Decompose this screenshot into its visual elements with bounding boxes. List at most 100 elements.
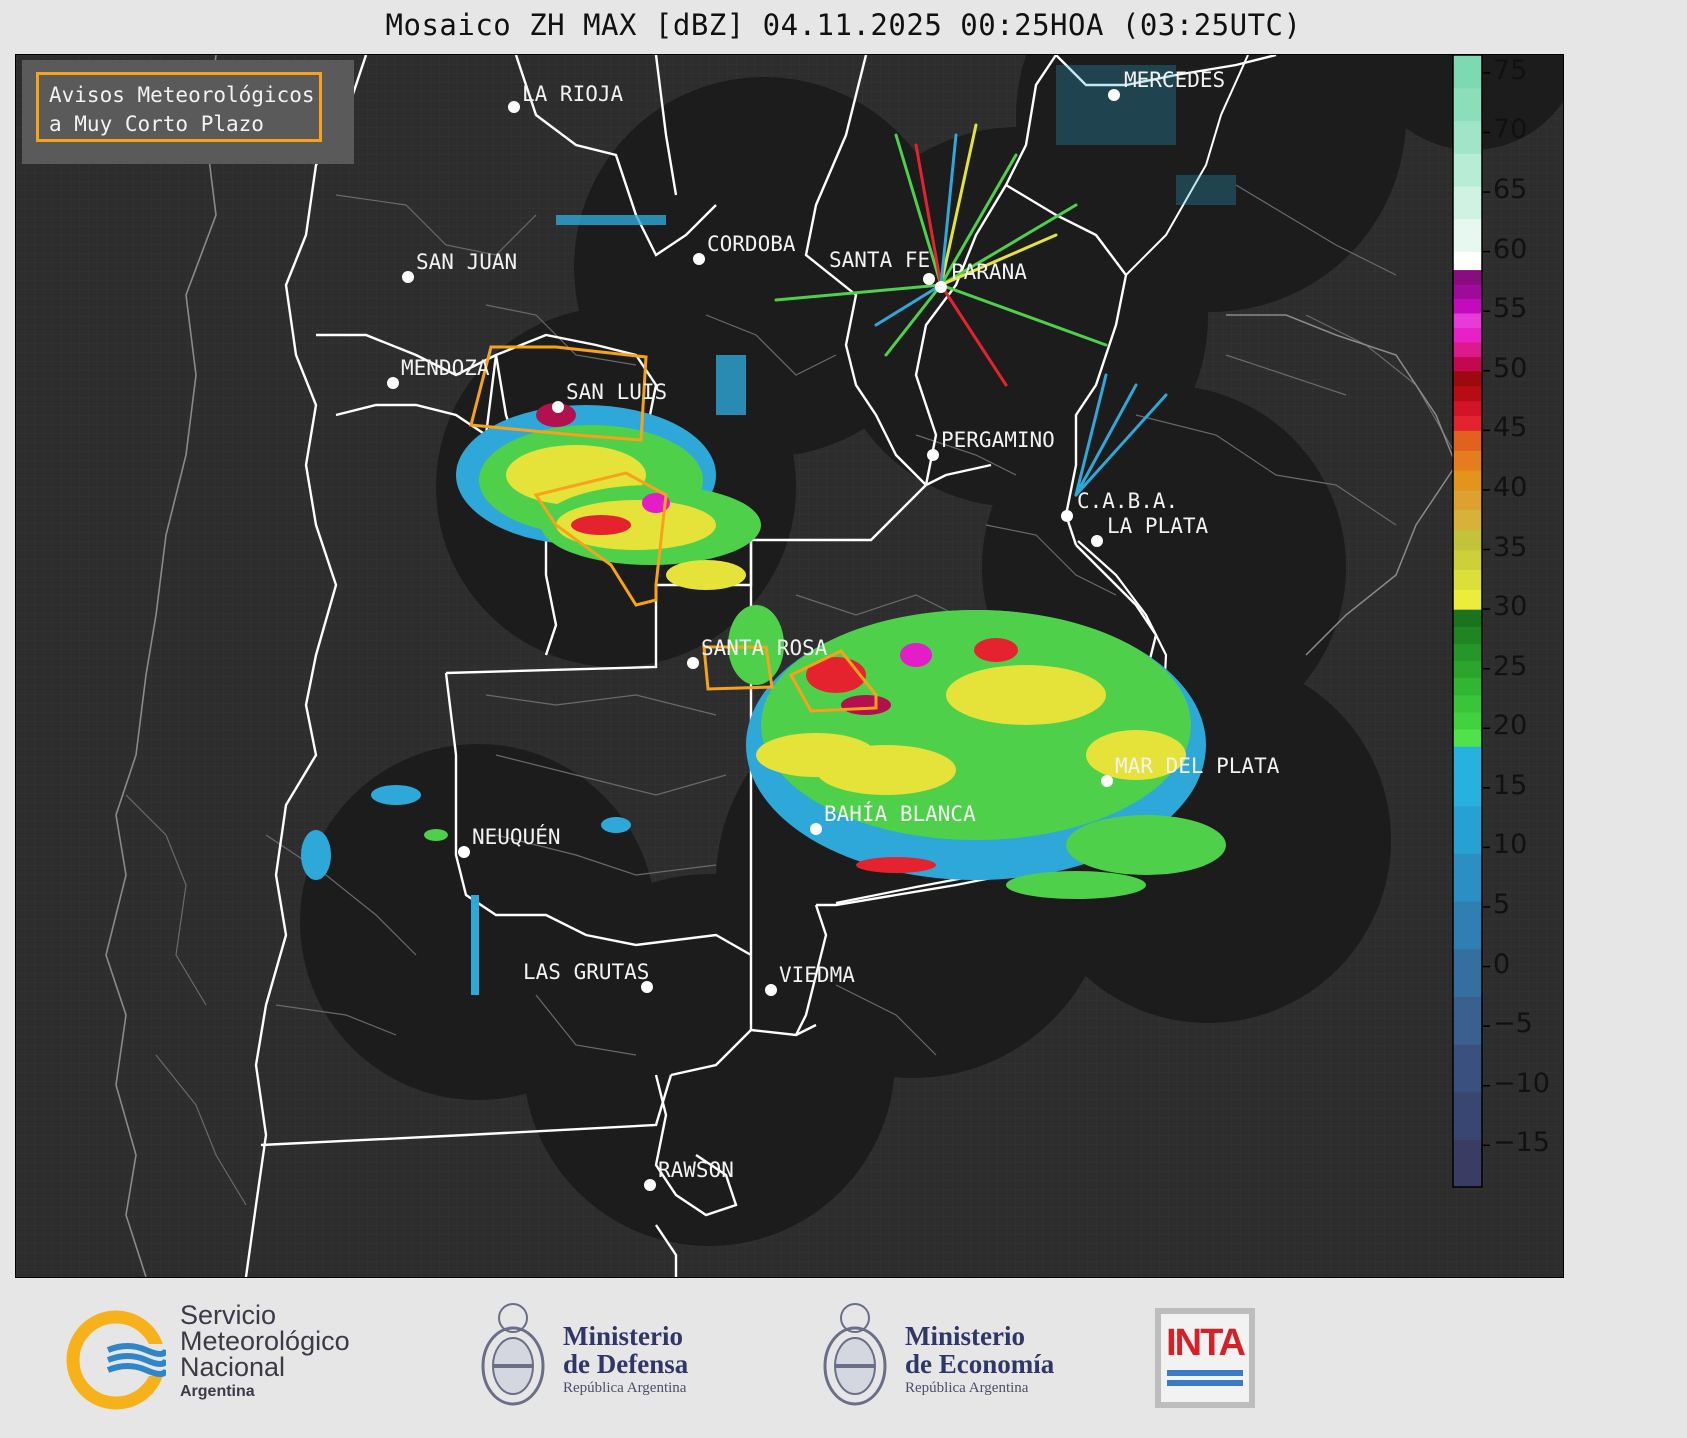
defensa-line2: de Defensa [563,1349,689,1379]
city-marker [387,377,399,389]
colorbar-band [1453,283,1482,300]
city-marker [923,273,935,285]
city-label: SANTA FE [829,248,930,272]
colorbar-tick-label: 25 [1493,650,1528,682]
economia-line2: de Economía [905,1349,1055,1379]
colorbar-band [1453,901,1482,950]
coat-of-arms-icon [823,1303,887,1406]
city-marker [508,101,520,113]
colorbar-tick-label: 30 [1493,591,1528,623]
colorbar-band [1453,370,1482,387]
colorbar-band [1453,589,1482,610]
colorbar-band [1453,1139,1482,1188]
smn-line4: Argentina [180,1383,255,1400]
coat-of-arms-icon [481,1303,545,1406]
colorbar-band [1453,269,1482,285]
colorbar-tick-label: 55 [1493,293,1528,325]
colorbar-tick-label: 35 [1493,531,1528,563]
city-label: PARANA [951,260,1027,284]
city-label: RAWSON [658,1158,734,1182]
colorbar-band [1453,1091,1482,1140]
warnings-legend: Avisos Meteorológicos a Muy Corto Plazo [22,60,354,164]
city-marker [458,846,470,858]
city-label: CORDOBA [707,232,796,256]
colorbar-tick-label: 50 [1493,352,1528,384]
colorbar-tick-label: 20 [1493,710,1528,742]
city-marker [1061,510,1073,522]
colorbar-band [1453,430,1482,451]
colorbar-band [1453,626,1482,644]
colorbar-band [1453,509,1482,531]
colorbar-band [1453,853,1482,902]
warnings-legend-frame: Avisos Meteorológicos a Muy Corto Plazo [36,72,322,142]
warnings-legend-line2: a Muy Corto Plazo [49,112,264,136]
defensa-text: Ministerio de Defensa República Argentin… [563,1322,688,1398]
city-marker [765,984,777,996]
inta-logo: INTA [1155,1308,1255,1408]
colorbar-band [1453,758,1482,807]
colorbar-band [1453,694,1482,713]
colorbar-tick-label: 70 [1493,114,1528,146]
colorbar-tick-label: −15 [1493,1127,1550,1159]
colorbar-band [1453,489,1482,511]
inta-text: INTA [1166,1322,1246,1364]
logo-strip: Servicio Meteorológico Nacional Argentin… [0,1280,1687,1438]
city-label: SAN JUAN [416,250,517,274]
colorbar-band [1453,251,1482,271]
city-label: VIEDMA [779,963,855,987]
economia-emblem [820,1296,890,1418]
colorbar-tick-label: 60 [1493,233,1528,265]
colorbar-band [1453,746,1482,759]
city-marker [687,657,699,669]
city-marker [927,449,939,461]
colorbar-band [1453,298,1482,314]
colorbar-band [1453,385,1482,402]
colorbar-band [1453,569,1482,590]
colorbar-band [1453,153,1482,187]
colorbar-band [1453,87,1482,122]
defensa-emblem [478,1296,548,1418]
city-label: SANTA ROSA [701,636,828,660]
city-label: BAHÍA BLANCA [824,801,976,826]
city-label: MAR DEL PLATA [1115,754,1280,778]
city-marker [810,823,822,835]
colorbar-band [1453,450,1482,471]
smn-text: Servicio Meteorológico Nacional Argentin… [180,1302,350,1404]
city-marker [644,1179,656,1191]
colorbar-band [1453,805,1482,854]
colorbar-tick-label: −10 [1493,1067,1550,1099]
colorbar-tick-label: 10 [1493,829,1528,861]
colorbar-band [1453,400,1482,417]
colorbar-band [1453,609,1482,627]
city-label: PERGAMINO [941,428,1055,452]
colorbar-band [1453,218,1482,253]
colorbar-band [1453,312,1482,328]
smn-line3: Nacional [180,1352,286,1382]
colorbar-band [1453,341,1482,357]
city-marker [1091,535,1103,547]
colorbar-band [1453,643,1482,662]
colorbar-band [1453,549,1482,570]
colorbar-band [1453,415,1482,431]
city-marker [935,281,947,293]
city-label: MERCEDES [1124,68,1225,92]
colorbar-band [1453,327,1482,343]
colorbar-band [1453,996,1482,1045]
radar-map[interactable]: LA RIOJA MERCEDES SAN JUAN CORDOBA SANTA FE P… [15,54,1564,1278]
defensa-line3: República Argentina [563,1380,687,1396]
economia-line1: Ministerio [905,1321,1025,1351]
city-label: LA RIOJA [522,82,624,106]
colorbar-band [1453,677,1482,696]
city-label: LA PLATA [1107,514,1209,538]
city-marker [402,271,414,283]
colorbar-band [1453,948,1482,997]
city-marker [552,401,564,413]
smn-line1: Servicio [180,1300,277,1330]
defensa-line1: Ministerio [563,1321,683,1351]
colorbar-tick-label: 45 [1493,412,1528,444]
colorbar-tick-label: 15 [1493,769,1528,801]
city-marker [1108,89,1120,101]
smn-emblem-icon [66,1310,169,1410]
colorbar-tick-label: −5 [1493,1008,1533,1040]
smn-logo [66,1310,169,1410]
